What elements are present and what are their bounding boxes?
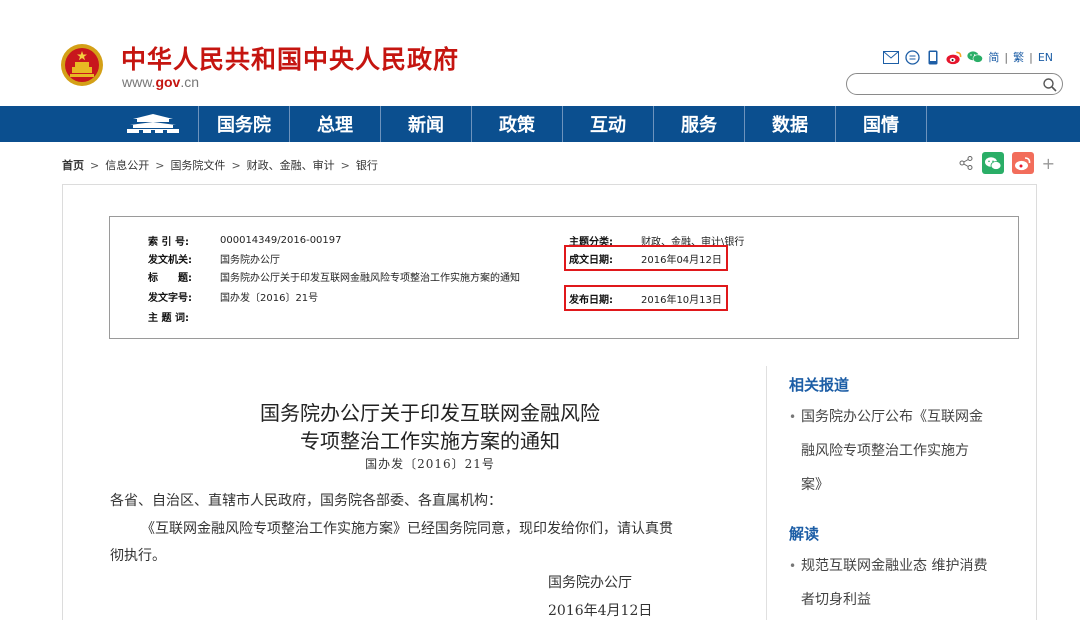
article-date: 2016年4月12日 (548, 603, 653, 619)
message-icon[interactable] (904, 49, 920, 65)
meta-index-row: 索 引 号: 000014349/2016-00197 (148, 233, 342, 248)
nav-item-interaction[interactable]: 互动 (563, 106, 654, 142)
site-url: www.gov.cn (122, 74, 199, 90)
related-report-line: 案》 (801, 477, 829, 493)
lang-english-link[interactable]: EN (1038, 51, 1053, 64)
meta-docno-label: 发文字号: (148, 293, 192, 304)
interpretation-line: 者切身利益 (801, 592, 871, 608)
breadcrumb-info-link[interactable]: 信息公开 (105, 157, 149, 173)
site-header: 中华人民共和国中央人民政府 www.gov.cn 简 | 繁 | EN (0, 0, 1080, 106)
related-reports-heading: 相关报道 (789, 376, 850, 394)
url-prefix: www. (122, 74, 156, 90)
mail-icon[interactable] (883, 49, 900, 65)
lang-simplified-link[interactable]: 简 (988, 49, 999, 65)
related-report-line: 国务院办公厅公布《互联网金 (801, 409, 983, 425)
breadcrumb-bank-link[interactable]: 银行 (356, 157, 378, 173)
nav-item-data[interactable]: 数据 (745, 106, 836, 142)
breadcrumb-separator: > (90, 158, 100, 172)
weibo-icon (1015, 156, 1031, 170)
breadcrumb-separator: > (155, 158, 165, 172)
meta-title-value: 国务院办公厅关于印发互联网金融风险专项整治工作实施方案的通知 (220, 273, 520, 284)
breadcrumb-separator: > (340, 158, 350, 172)
interpretation-link[interactable]: • 规范互联网金融业态 维护消费 者切身利益 (789, 549, 1021, 617)
meta-docno-row: 发文字号: 国办发〔2016〕21号 (148, 289, 318, 304)
meta-issuer-label: 发文机关: (148, 255, 192, 266)
share-bar: + (958, 152, 1055, 174)
search-icon[interactable] (1042, 77, 1058, 93)
meta-title-label: 标 题: (148, 273, 192, 284)
search-box (846, 73, 1063, 95)
list-bullet: • (789, 410, 797, 424)
article-addressee: 各省、自治区、直辖市人民政府，国务院各部委、各直属机构： (110, 493, 502, 509)
url-suffix: .cn (180, 74, 200, 90)
share-more-button[interactable]: + (1042, 154, 1055, 173)
meta-issuer-value: 国务院办公厅 (220, 255, 280, 266)
meta-keywords-label: 主 题 词: (148, 313, 189, 324)
share-weibo-button[interactable] (1011, 152, 1034, 174)
tiananmen-icon (127, 114, 179, 133)
nav-item-services[interactable]: 服务 (654, 106, 745, 142)
interpretation-heading: 解读 (789, 525, 820, 543)
breadcrumb: 首页 > 信息公开 > 国务院文件 > 财政、金融、审计 > 银行 (62, 157, 378, 173)
nav-item-state-council[interactable]: 国务院 (199, 106, 290, 142)
highlight-box-published-date (564, 285, 728, 311)
national-emblem-icon[interactable] (60, 43, 104, 87)
article-title-line2: 专项整治工作实施方案的通知 (300, 429, 560, 453)
meta-issuer-row: 发文机关: 国务院办公厅 (148, 251, 280, 266)
share-wechat-button[interactable] (981, 152, 1004, 174)
wechat-icon (984, 156, 1001, 170)
lang-separator: | (1029, 50, 1033, 64)
article-signature: 国务院办公厅 (548, 575, 632, 591)
lang-separator: | (1004, 50, 1009, 64)
article-body-line1: 《互联网金融风险专项整治工作实施方案》已经国务院同意，现印发给你们，请认真贯 (141, 521, 673, 537)
list-bullet: • (789, 559, 797, 573)
site-title[interactable]: 中华人民共和国中央人民政府 (121, 40, 459, 76)
url-accent: gov (155, 74, 181, 90)
related-report-line: 融风险专项整治工作实施方 (801, 443, 969, 459)
header-tools: 简 | 繁 | EN (883, 48, 1053, 66)
search-input[interactable] (857, 76, 1037, 92)
document-meta-box: 索 引 号: 000014349/2016-00197 发文机关: 国务院办公厅… (109, 216, 1019, 339)
article-body-line2: 彻执行。 (110, 548, 166, 564)
breadcrumb-home-link[interactable]: 首页 (62, 157, 84, 173)
lang-traditional-link[interactable]: 繁 (1013, 49, 1024, 65)
interpretation-line: 规范互联网金融业态 维护消费 (801, 558, 988, 574)
sidebar-divider (766, 366, 767, 620)
meta-index-label: 索 引 号: (148, 237, 189, 248)
nav-items: 国务院 总理 新闻 政策 互动 服务 数据 国情 (108, 106, 927, 142)
meta-index-value: 000014349/2016-00197 (220, 235, 342, 246)
breadcrumb-docs-link[interactable]: 国务院文件 (170, 157, 225, 173)
nav-home-button[interactable] (108, 106, 199, 142)
nav-item-news[interactable]: 新闻 (381, 106, 472, 142)
mobile-icon[interactable] (925, 49, 941, 65)
breadcrumb-bar: 首页 > 信息公开 > 国务院文件 > 财政、金融、审计 > 银行 + (0, 142, 1080, 182)
related-report-link[interactable]: • 国务院办公厅公布《互联网金 融风险专项整治工作实施方 案》 (789, 400, 1021, 502)
breadcrumb-separator: > (231, 158, 241, 172)
highlight-box-written-date (564, 245, 728, 271)
nav-item-premier[interactable]: 总理 (290, 106, 381, 142)
main-navbar: 国务院 总理 新闻 政策 互动 服务 数据 国情 (0, 106, 1080, 142)
article-docno: 国办发〔2016〕21号 (365, 457, 495, 471)
breadcrumb-finance-link[interactable]: 财政、金融、审计 (247, 157, 335, 173)
article-title-line1: 国务院办公厅关于印发互联网金融风险 (260, 401, 600, 425)
wechat-icon[interactable] (967, 49, 984, 65)
nav-item-policy[interactable]: 政策 (472, 106, 563, 142)
meta-keywords-row: 主 题 词: (148, 309, 220, 324)
meta-title-row: 标 题: 国务院办公厅关于印发互联网金融风险专项整治工作实施方案的通知 (148, 269, 520, 284)
weibo-icon[interactable] (946, 49, 962, 65)
nav-item-national-info[interactable]: 国情 (836, 106, 927, 142)
share-icon[interactable] (958, 155, 974, 171)
meta-docno-value: 国办发〔2016〕21号 (220, 293, 319, 304)
